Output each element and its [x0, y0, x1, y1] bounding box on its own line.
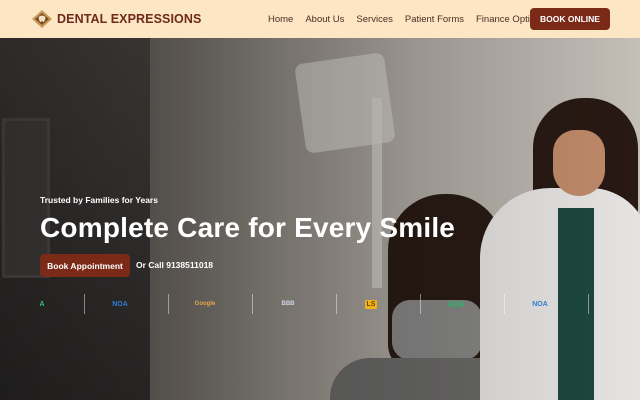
badge-divider: [84, 294, 85, 314]
call-phone-link[interactable]: Or Call 9138511018: [136, 260, 213, 270]
nav-home[interactable]: Home: [268, 14, 293, 25]
bbb-logo-icon: BBB: [281, 301, 295, 307]
hero-headline: Complete Care for Every Smile: [40, 212, 456, 243]
top-navbar: DENTAL EXPRESSIONS Home About Us Service…: [0, 0, 640, 38]
nav-services[interactable]: Services: [356, 14, 392, 25]
book-online-button[interactable]: BOOK ONLINE: [530, 8, 610, 30]
brand-name: DENTAL EXPRESSIONS: [57, 12, 202, 26]
badge-divider: [504, 294, 505, 314]
aaid-logo-icon: A: [39, 300, 45, 308]
nav-patient-forms[interactable]: Patient Forms: [405, 14, 464, 25]
tooth-diamond-logo-icon: [31, 9, 53, 29]
badge-divider: [168, 294, 169, 314]
accreditation-badges: A NOA Google BBB LS ADA NOA: [0, 292, 640, 316]
brand-logo[interactable]: DENTAL EXPRESSIONS: [31, 9, 201, 29]
noa-logo-icon: NOA: [112, 300, 128, 308]
badge-divider: [420, 294, 421, 314]
google-reviews-icon: Google: [194, 301, 216, 307]
badge-divider: [336, 294, 337, 314]
badge-divider: [252, 294, 253, 314]
noa-logo-icon: NOA: [532, 300, 548, 308]
badge-divider: [588, 294, 589, 314]
book-appointment-button[interactable]: Book Appointment: [40, 254, 130, 277]
ada-logo-icon: ADA: [447, 299, 465, 309]
main-menu: Home About Us Services Patient Forms Fin…: [268, 0, 557, 38]
hero-tagline: Trusted by Families for Years: [40, 195, 158, 205]
ls-logo-icon: LS: [364, 299, 378, 309]
nav-about-us[interactable]: About Us: [305, 14, 344, 25]
